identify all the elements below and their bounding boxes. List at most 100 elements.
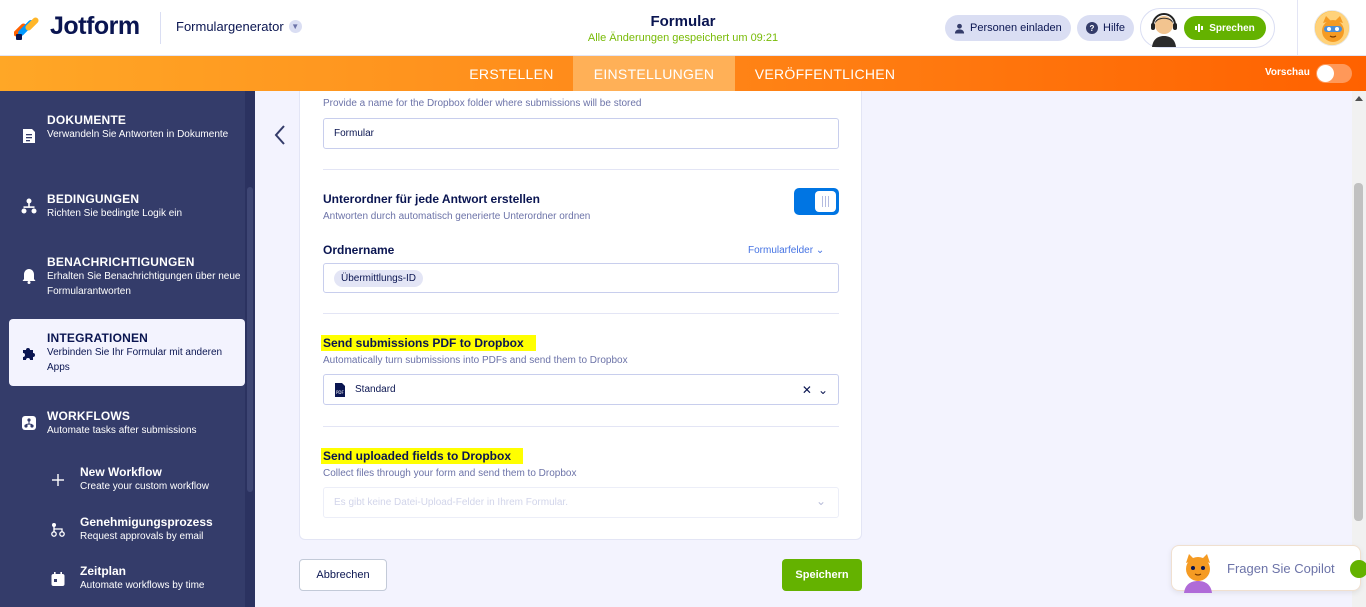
- workflow-item-schedule[interactable]: Zeitplan Automate workflows by time: [50, 563, 245, 593]
- speak-button[interactable]: Sprechen: [1184, 16, 1266, 40]
- workflow-item-new[interactable]: New Workflow Create your custom workflow: [50, 464, 245, 494]
- speak-label: Sprechen: [1209, 22, 1255, 34]
- select-controls: ✕ ⌄: [802, 383, 828, 397]
- plus-icon: [52, 474, 64, 486]
- chevron-down-icon: ▼: [288, 20, 302, 33]
- subfolder-toggle[interactable]: [794, 188, 839, 215]
- preview-label: Vorschau: [1265, 67, 1310, 78]
- subfolder-title: Unterordner für jede Antwort erstellen: [323, 192, 540, 206]
- document-icon: [23, 129, 35, 143]
- audio-bars-icon: [1195, 24, 1204, 32]
- pdf-template-select[interactable]: PDF Standard ✕ ⌄: [323, 374, 839, 405]
- ordnername-label: Ordnername: [323, 243, 395, 257]
- calendar-icon: [51, 572, 65, 586]
- form-generator-dropdown[interactable]: Formulargenerator ▼: [176, 19, 302, 34]
- user-icon: [954, 23, 965, 34]
- folder-name-description: Provide a name for the Dropbox folder wh…: [323, 98, 642, 109]
- tab-erstellen[interactable]: ERSTELLEN: [450, 56, 573, 91]
- section-divider: [323, 169, 839, 170]
- tab-veroeffentlichen[interactable]: VERÖFFENTLICHEN: [735, 56, 915, 91]
- sidebar-item-title: INTEGRATIONEN: [47, 331, 149, 345]
- section-divider: [323, 313, 839, 314]
- sidebar-scrollbar[interactable]: [245, 91, 255, 607]
- save-status: Alle Änderungen gespeichert um 09:21: [587, 32, 779, 44]
- folder-name-input[interactable]: Formular: [323, 118, 839, 149]
- chevron-down-icon: ⌄: [815, 494, 826, 508]
- sidebar-item-title: DOKUMENTE: [47, 113, 127, 127]
- question-icon: ?: [1086, 22, 1098, 34]
- clear-icon[interactable]: ✕: [802, 383, 812, 397]
- sidebar-item-title: WORKFLOWS: [47, 409, 131, 423]
- logic-tree-icon: [21, 198, 37, 214]
- copilot-button[interactable]: Fragen Sie Copilot: [1171, 545, 1366, 593]
- tab-einstellungen[interactable]: EINSTELLUNGEN: [573, 56, 735, 91]
- uploads-section-description: Collect files through your form and send…: [323, 468, 577, 479]
- cancel-button[interactable]: Abbrechen: [299, 559, 387, 591]
- cat-avatar-icon: [1315, 11, 1349, 45]
- sidebar-scrollbar-thumb[interactable]: [247, 187, 253, 492]
- sidebar-item-subtitle: Verbinden Sie Ihr Formular mit anderen A…: [47, 347, 223, 373]
- sidebar-item-dokumente[interactable]: DOKUMENTE Verwandeln Sie Antworten in Do…: [9, 111, 245, 161]
- section-divider: [323, 426, 839, 427]
- sidebar-item-benachrichtigungen[interactable]: BENACHRICHTIGUNGEN Erhalten Sie Benachri…: [9, 254, 245, 304]
- sidebar-item-subtitle: Verwandeln Sie Antworten in Dokumente: [47, 129, 229, 140]
- puzzle-icon: [23, 348, 35, 360]
- save-button[interactable]: Speichern: [782, 559, 862, 591]
- workflow-item-title: Genehmigungsprozess: [80, 515, 213, 529]
- approval-flow-icon: [51, 523, 65, 537]
- uploads-section-title: Send uploaded fields to Dropbox: [321, 448, 524, 464]
- chevron-down-icon: ⌄: [815, 245, 825, 256]
- invite-label: Personen einladen: [970, 22, 1062, 34]
- workflow-item-subtitle: Request approvals by email: [80, 531, 204, 542]
- workflow-icon: [22, 416, 36, 430]
- jotform-logo[interactable]: Jotform: [14, 12, 140, 41]
- bell-icon: [22, 269, 36, 284]
- sidebar-item-title: BENACHRICHTIGUNGEN: [47, 255, 195, 269]
- page-scrollbar[interactable]: [1352, 91, 1366, 607]
- help-button[interactable]: ? Hilfe: [1077, 15, 1135, 41]
- sidebar-item-subtitle: Erhalten Sie Benachrichtigungen über neu…: [47, 271, 241, 297]
- header-divider: [160, 12, 161, 44]
- workflow-item-subtitle: Automate workflows by time: [80, 580, 205, 591]
- preview-toggle[interactable]: [1316, 64, 1352, 83]
- main-nav-bar: ERSTELLEN EINSTELLUNGEN VERÖFFENTLICHEN …: [0, 56, 1366, 91]
- submission-id-chip[interactable]: Übermittlungs-ID: [334, 269, 424, 287]
- pdf-section-title: Send submissions PDF to Dropbox: [321, 335, 536, 351]
- upload-fields-select: Es gibt keine Datei-Upload-Felder in Ihr…: [323, 487, 839, 518]
- top-header: Jotform Formulargenerator ▼ Formular All…: [0, 0, 1366, 56]
- agent-avatar-icon: [1151, 13, 1177, 47]
- sidebar-item-bedingungen[interactable]: BEDINGUNGEN Richten Sie bedingte Logik e…: [9, 191, 245, 226]
- page-scrollbar-thumb[interactable]: [1354, 183, 1363, 521]
- sidebar-item-workflows[interactable]: WORKFLOWS Automate tasks after submissio…: [9, 408, 245, 443]
- sidebar-item-title: BEDINGUNGEN: [47, 192, 140, 206]
- form-title[interactable]: Formular: [583, 13, 783, 30]
- workflow-item-title: Zeitplan: [80, 564, 127, 578]
- sidebar-item-integrationen[interactable]: INTEGRATIONEN Verbinden Sie Ihr Formular…: [9, 319, 245, 386]
- jotform-logo-icon: [14, 16, 39, 40]
- copilot-status-dot: [1350, 560, 1366, 578]
- form-fields-label: Formularfelder: [748, 245, 814, 256]
- form-fields-dropdown[interactable]: Formularfelder ⌄: [748, 245, 824, 256]
- copilot-cat-icon: [1184, 554, 1212, 593]
- sidebar-item-subtitle: Richten Sie bedingte Logik ein: [47, 208, 183, 219]
- sidebar-item-subtitle: Automate tasks after submissions: [47, 425, 197, 436]
- pdf-file-icon: PDF: [335, 382, 345, 397]
- brand-name: Jotform: [50, 12, 140, 40]
- pdf-file-icon-text: PDF: [336, 390, 344, 395]
- workflow-item-title: New Workflow: [80, 465, 162, 479]
- subfolder-toggle-knob: [815, 191, 836, 212]
- back-arrow-icon[interactable]: [272, 124, 288, 146]
- user-avatar[interactable]: [1314, 10, 1350, 46]
- ai-agent-widget: Sprechen: [1140, 8, 1275, 48]
- uploads-section-title-text: Send uploaded fields to Dropbox: [321, 448, 524, 464]
- workflow-item-subtitle: Create your custom workflow: [80, 481, 209, 492]
- pdf-section-description: Automatically turn submissions into PDFs…: [323, 355, 628, 366]
- ordnername-input[interactable]: Übermittlungs-ID: [323, 263, 839, 293]
- chevron-down-icon[interactable]: ⌄: [818, 383, 828, 397]
- workflow-item-approval[interactable]: Genehmigungsprozess Request approvals by…: [50, 514, 245, 544]
- invite-people-button[interactable]: Personen einladen: [945, 15, 1071, 41]
- scroll-up-icon[interactable]: [1355, 96, 1363, 101]
- pdf-template-value: Standard: [355, 384, 396, 395]
- header-divider-right: [1297, 0, 1298, 56]
- pdf-section-title-text: Send submissions PDF to Dropbox: [321, 335, 536, 351]
